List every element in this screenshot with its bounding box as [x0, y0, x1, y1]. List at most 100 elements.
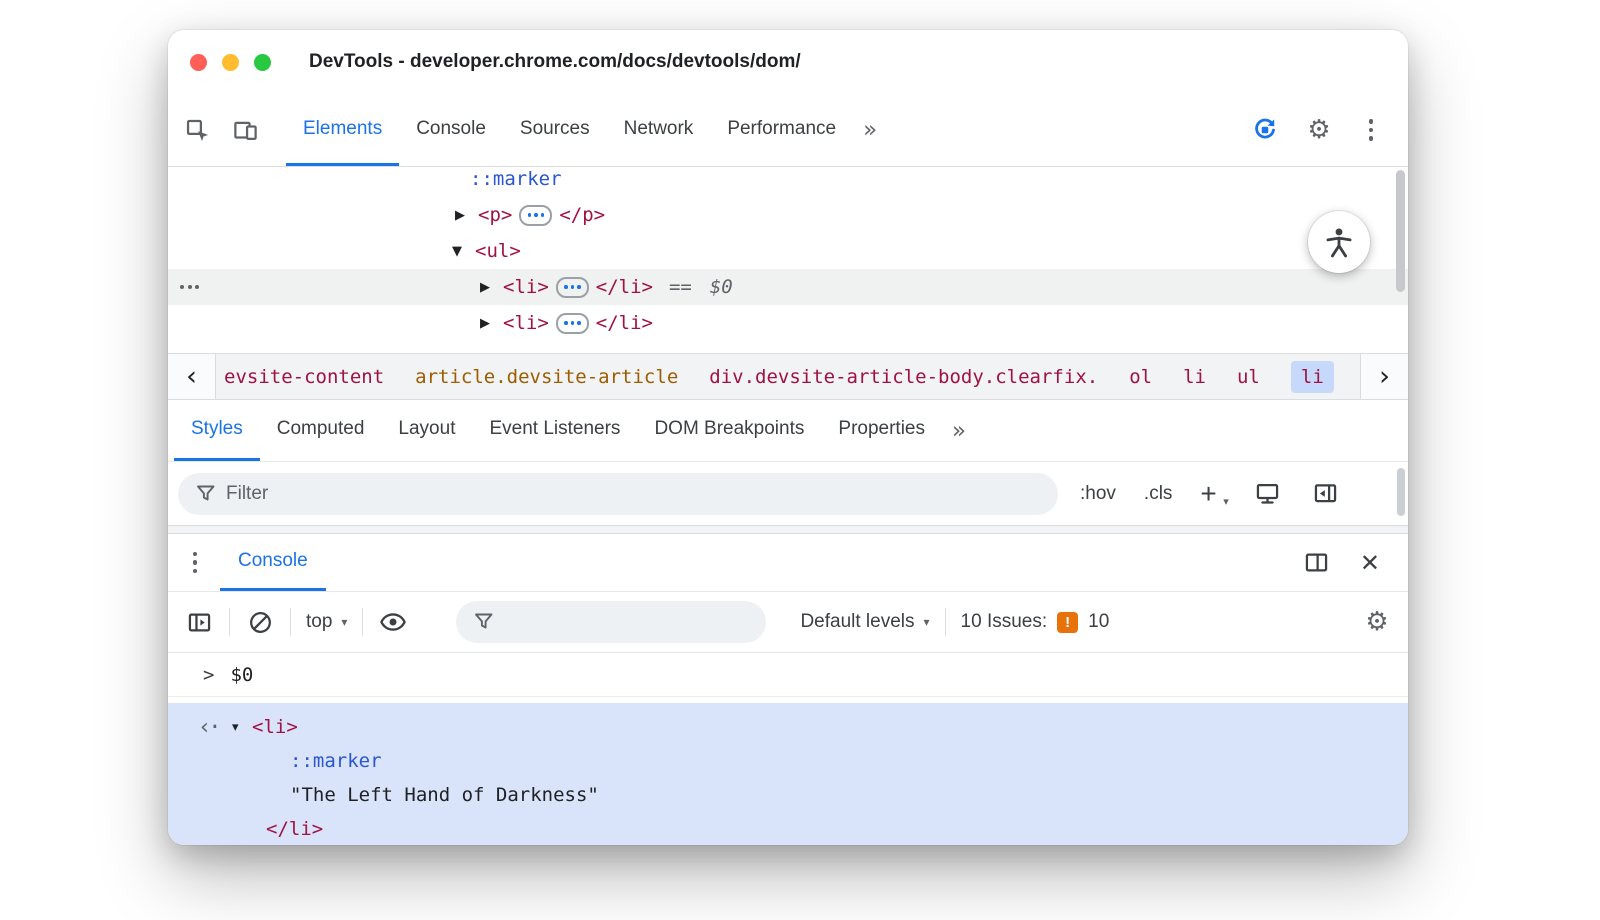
toolbar-right-icons: ⚙: [1250, 94, 1394, 166]
prompt-chevron-icon: >: [203, 663, 215, 686]
accessibility-person-icon: [1326, 228, 1352, 258]
breadcrumb-item[interactable]: ol: [1129, 366, 1152, 388]
tab-console[interactable]: Console: [399, 94, 503, 166]
devtools-main-toolbar: Elements Console Sources Network Perform…: [168, 94, 1408, 167]
inline-expand-button[interactable]: [555, 312, 589, 334]
issues-label: 10 Issues:: [960, 611, 1048, 632]
row-more-actions-icon[interactable]: [180, 285, 199, 289]
window-title: DevTools - developer.chrome.com/docs/dev…: [309, 51, 801, 72]
tab-styles[interactable]: Styles: [174, 400, 260, 461]
echoed-command: $0: [230, 663, 254, 686]
dom-tree-row[interactable]: ▶ <p> </p>: [168, 197, 1408, 233]
tab-elements[interactable]: Elements: [286, 94, 400, 166]
result-row[interactable]: </li>: [168, 812, 1408, 845]
drawer-tab-console[interactable]: Console: [220, 534, 326, 591]
collapse-triangle-icon[interactable]: ▼: [452, 244, 475, 259]
chevron-left-icon: ‹: [186, 361, 197, 392]
context-selector[interactable]: top ▾: [306, 611, 347, 633]
inspect-element-icon[interactable]: [182, 115, 212, 145]
more-sidebar-tabs-button[interactable]: »: [942, 400, 976, 461]
expand-triangle-icon[interactable]: ▶: [480, 280, 503, 295]
drawer-header-icons: ✕: [1302, 534, 1394, 591]
result-row[interactable]: ::marker: [168, 744, 1408, 778]
tab-network[interactable]: Network: [607, 94, 711, 166]
log-levels-selector[interactable]: Default levels ▾: [800, 611, 929, 633]
new-style-rule-button[interactable]: + ▾: [1200, 478, 1228, 510]
dom-tree-row[interactable]: ▶ <li> </li>: [168, 305, 1408, 341]
console-drawer-header: Console ✕: [168, 534, 1408, 592]
live-expression-eye-icon[interactable]: [378, 607, 408, 637]
drawer-divider[interactable]: [168, 526, 1408, 534]
styles-toolbar-controls: :hov .cls + ▾: [1080, 478, 1341, 510]
drawer-menu-icon[interactable]: [182, 548, 208, 578]
dom-tree-row[interactable]: ▼ <ul>: [168, 233, 1408, 269]
breadcrumb-bar: ‹ evsite-content article.devsite-article…: [168, 353, 1408, 400]
console-filter-input[interactable]: [456, 601, 767, 643]
toggle-element-state-button[interactable]: :hov: [1080, 483, 1116, 505]
styles-scrollbar[interactable]: [1397, 468, 1405, 516]
tab-properties[interactable]: Properties: [821, 400, 942, 461]
clear-console-icon[interactable]: [245, 607, 275, 637]
elements-scrollbar[interactable]: [1396, 170, 1405, 292]
extension-sync-icon[interactable]: [1250, 115, 1280, 145]
console-settings-gear-icon[interactable]: ⚙: [1362, 607, 1392, 637]
issues-badge-icon: !: [1057, 611, 1079, 633]
breadcrumb-scroll-left-button[interactable]: ‹: [168, 354, 216, 399]
breadcrumb-item[interactable]: li: [1183, 366, 1206, 388]
split-panel-icon[interactable]: [1302, 548, 1332, 578]
expand-triangle-icon[interactable]: ▶: [455, 208, 478, 223]
element-classes-button[interactable]: .cls: [1144, 483, 1173, 505]
title-bar: DevTools - developer.chrome.com/docs/dev…: [168, 30, 1408, 94]
breadcrumb-item[interactable]: article.devsite-article: [415, 366, 678, 388]
breadcrumb-item-selected[interactable]: li: [1290, 360, 1334, 393]
console-eval-result[interactable]: ‹· ▾ <li> ::marker "The Left Hand of Dar…: [168, 703, 1408, 845]
dollar-zero-ref: $0: [709, 276, 733, 298]
collapse-triangle-icon[interactable]: ▾: [232, 720, 252, 735]
styles-toolbar: :hov .cls +▾: [168, 462, 1408, 526]
tab-sources[interactable]: Sources: [503, 94, 607, 166]
accessibility-overlay-button[interactable]: [1308, 211, 1370, 273]
breadcrumb-item[interactable]: div.devsite-article-body.clearfix.: [709, 366, 1098, 388]
more-tabs-button[interactable]: »: [853, 94, 887, 166]
toolbar-left-icons: [182, 94, 260, 166]
device-toolbar-icon[interactable]: [230, 115, 260, 145]
console-output: > $0 ‹· ▾ <li> ::marker "The Left Hand o…: [168, 653, 1408, 845]
breadcrumb-item[interactable]: ul: [1237, 366, 1260, 388]
close-window-button[interactable]: [190, 53, 207, 71]
dom-tree-row-selected[interactable]: ▶ <li> </li> == $0: [168, 269, 1408, 305]
breadcrumb-item[interactable]: evsite-content: [224, 366, 384, 388]
result-row[interactable]: "The Left Hand of Darkness": [168, 778, 1408, 812]
zoom-window-button[interactable]: [254, 53, 271, 71]
tab-dom-breakpoints[interactable]: DOM Breakpoints: [637, 400, 821, 461]
breadcrumb-scroll-right-button[interactable]: ›: [1360, 354, 1408, 399]
console-filter-field: [456, 601, 767, 643]
inline-expand-button[interactable]: [555, 276, 589, 298]
tab-computed[interactable]: Computed: [260, 400, 382, 461]
console-toolbar: top ▾ Default levels ▾ 10 Issues: ! 10 ⚙: [168, 592, 1408, 653]
toggle-sidebar-icon[interactable]: [1311, 479, 1341, 509]
minimize-window-button[interactable]: [222, 53, 239, 71]
inline-expand-button[interactable]: [519, 204, 553, 226]
close-drawer-icon[interactable]: ✕: [1360, 549, 1380, 577]
customize-devtools-icon[interactable]: [1358, 115, 1384, 145]
desktop-background: DevTools - developer.chrome.com/docs/dev…: [0, 0, 1600, 920]
caret-down-icon: ▾: [341, 615, 348, 629]
console-sidebar-icon[interactable]: [184, 607, 214, 637]
tab-layout[interactable]: Layout: [381, 400, 472, 461]
traffic-lights: [190, 53, 271, 71]
settings-gear-icon[interactable]: ⚙: [1304, 115, 1334, 145]
styles-sidebar-tabs: Styles Computed Layout Event Listeners D…: [168, 400, 1408, 462]
styles-filter-input[interactable]: [178, 472, 1058, 515]
devtools-window: DevTools - developer.chrome.com/docs/dev…: [168, 30, 1408, 845]
tab-performance[interactable]: Performance: [710, 94, 853, 166]
tab-event-listeners[interactable]: Event Listeners: [472, 400, 637, 461]
rendering-emulation-icon[interactable]: [1253, 479, 1283, 509]
issues-count: 10: [1088, 611, 1110, 632]
pseudo-element-marker: ::marker: [470, 168, 562, 190]
result-row[interactable]: ‹· ▾ <li>: [168, 710, 1408, 744]
dom-tree-row[interactable]: ::marker: [168, 167, 1408, 197]
chevron-right-icon: ›: [1379, 361, 1390, 392]
expand-triangle-icon[interactable]: ▶: [480, 316, 503, 331]
issues-counter[interactable]: 10 Issues: ! 10: [960, 611, 1110, 633]
breadcrumb: evsite-content article.devsite-article d…: [216, 354, 1360, 399]
